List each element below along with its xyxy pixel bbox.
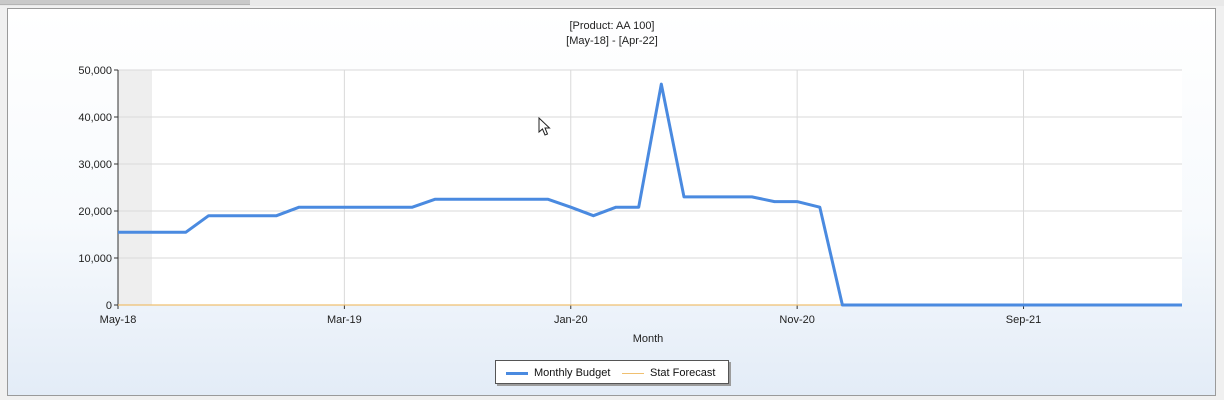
x-tick-label: May-18 bbox=[100, 314, 137, 326]
y-tick-label: 20,000 bbox=[78, 206, 112, 218]
y-tick-label: 30,000 bbox=[78, 159, 112, 171]
y-tick-label: 40,000 bbox=[78, 112, 112, 124]
x-axis-title: Month bbox=[633, 333, 664, 345]
line-chart: 0 10,000 20,000 30,000 40,000 50,000 May-18 Mar… bbox=[78, 65, 1182, 345]
x-tick-label: Sep-21 bbox=[1006, 314, 1041, 326]
y-tick-label: 50,000 bbox=[78, 65, 112, 77]
legend-item-monthly-budget: Monthly Budget bbox=[506, 366, 610, 380]
legend-label-stat-forecast: Stat Forecast bbox=[650, 367, 716, 379]
x-tick-label: Jan-20 bbox=[554, 314, 588, 326]
chart-legend: Monthly Budget Stat Forecast bbox=[495, 360, 729, 384]
y-tick-label: 0 bbox=[106, 300, 112, 312]
legend-swatch-stat-forecast bbox=[622, 372, 644, 374]
plot-area bbox=[118, 70, 1182, 305]
history-shaded-band bbox=[118, 70, 152, 305]
legend-label-monthly-budget: Monthly Budget bbox=[534, 367, 611, 379]
y-tick-label: 10,000 bbox=[78, 253, 112, 265]
legend-swatch-monthly-budget bbox=[506, 371, 528, 375]
mouse-cursor-icon bbox=[538, 117, 551, 136]
x-tick-label: Nov-20 bbox=[779, 314, 814, 326]
legend-item-stat-forecast: Stat Forecast bbox=[622, 366, 715, 380]
x-tick-label: Mar-19 bbox=[327, 314, 362, 326]
